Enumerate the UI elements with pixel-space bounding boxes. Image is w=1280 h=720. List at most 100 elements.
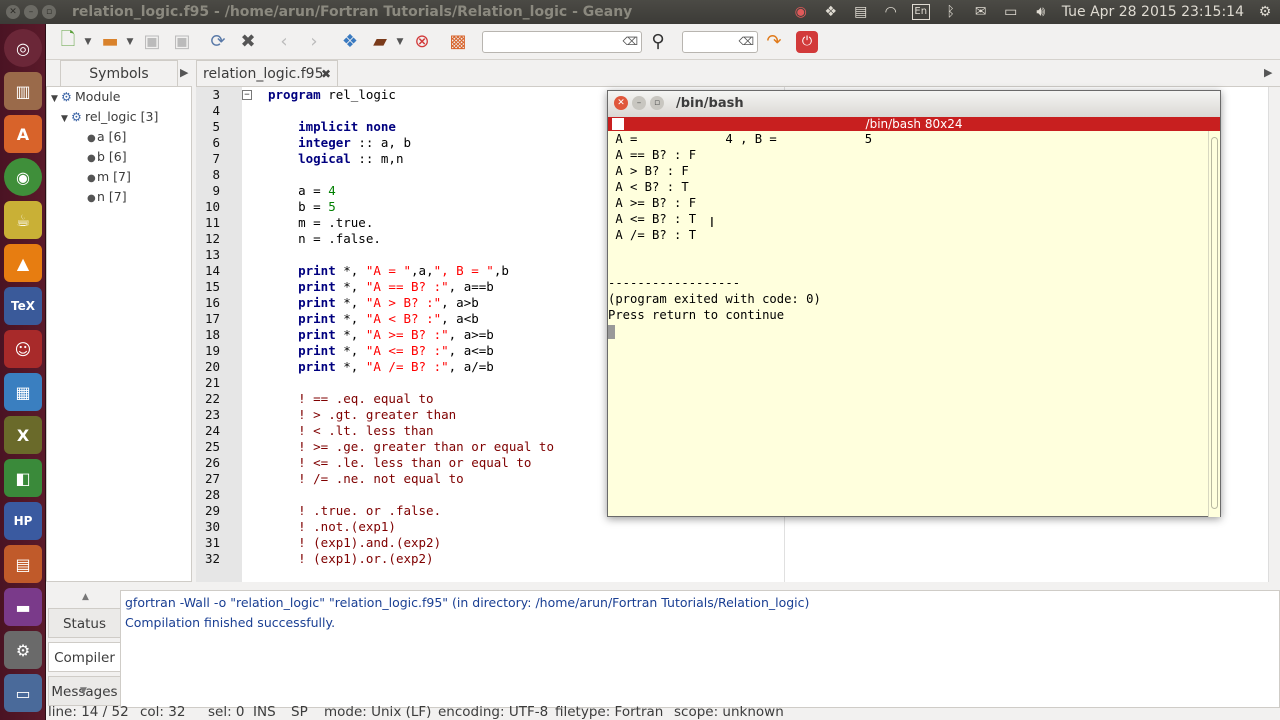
tree-item-variable[interactable]: ●a [6] [47, 127, 191, 147]
clear-icon[interactable]: ⌫ [622, 35, 638, 48]
expander-icon[interactable]: ▼ [61, 109, 71, 129]
tab-status[interactable]: Status [48, 608, 120, 638]
build-button[interactable]: ▰ [366, 28, 394, 56]
quit-button[interactable]: ⏻ [796, 30, 818, 53]
clock[interactable]: Tue Apr 28 2015 23:15:14 [1062, 4, 1244, 20]
volume-icon[interactable]: 🔊︎ [1032, 4, 1050, 20]
open-file-button[interactable]: ▬ [96, 28, 124, 56]
new-file-button[interactable]: 🗋 [54, 28, 82, 56]
tree-item-variable[interactable]: ●m [7] [47, 167, 191, 187]
xfig-icon[interactable]: X [4, 416, 42, 454]
mail-icon[interactable]: ✉ [972, 4, 990, 20]
terminal-cursor-line [608, 323, 1210, 339]
tab-compiler[interactable]: Compiler [48, 642, 120, 672]
chevron-down-icon[interactable]: ▼ [80, 686, 87, 696]
maximize-icon[interactable]: ▫ [650, 96, 664, 110]
status-sp: SP [291, 704, 308, 720]
sidebar: Symbols ▶ ▼ ⚙ Module ▼ ⚙ rel_logic [3] ●a [6… [46, 60, 192, 582]
variable-icon: ● [87, 133, 96, 144]
goto-line-input[interactable]: ⌫ [682, 30, 758, 53]
line-number: 24 [204, 423, 220, 438]
close-window-button[interactable]: ✕ [6, 5, 20, 19]
terminal-output[interactable]: A = 4 , B = 5 A == B? : F A > B? : F A <… [608, 131, 1210, 517]
compiler-output: gfortran -Wall -o "relation_logic" "rela… [120, 590, 1280, 708]
minimize-icon[interactable]: – [632, 96, 646, 110]
code-line: ! .not.(exp1) [298, 519, 396, 534]
geany-icon[interactable]: ☕ [4, 201, 42, 239]
terminal-title: /bin/bash [676, 96, 744, 111]
keyboard-layout-indicator[interactable]: En [911, 4, 930, 20]
compiler-line[interactable]: gfortran -Wall -o "relation_logic" "rela… [121, 593, 1279, 613]
gear-icon[interactable]: ⚙ [1256, 4, 1274, 20]
xterm-titlebar: /bin/bash 80x24 [608, 117, 1220, 131]
terminal-window[interactable]: ✕ – ▫ /bin/bash /bin/bash 80x24 A = 4 , … [607, 90, 1221, 517]
scrollbar-thumb[interactable] [1211, 137, 1218, 509]
hp-icon[interactable]: HP [4, 502, 42, 540]
clear-icon[interactable]: ⌫ [738, 35, 754, 48]
chevron-down-icon[interactable]: ▼ [394, 37, 406, 47]
terminal-window-controls: ✕ – ▫ [614, 96, 664, 110]
tree-item-program[interactable]: ▼ ⚙ rel_logic [3] [47, 107, 191, 127]
save-button[interactable]: ▣ [138, 28, 166, 56]
tab-relation-logic[interactable]: relation_logic.f95 ✖ [196, 60, 338, 86]
chevron-down-icon[interactable]: ▼ [124, 37, 136, 47]
editor-scrollbar[interactable] [1268, 87, 1280, 582]
variable-icon: ● [87, 173, 96, 184]
minimize-window-button[interactable]: – [24, 5, 38, 19]
color-chooser-button[interactable]: ▩ [444, 28, 472, 56]
app-purple-icon[interactable]: ▬ [4, 588, 42, 626]
expander-icon[interactable]: ▼ [51, 89, 61, 109]
save-all-button[interactable]: ▣ [168, 28, 196, 56]
vlc-icon[interactable]: ▲ [4, 244, 42, 282]
search-input[interactable]: ⌫ [482, 30, 642, 53]
tex-icon[interactable]: TeX [4, 287, 42, 325]
line-number: 28 [204, 487, 220, 502]
tree-item-variable[interactable]: ●b [6] [47, 147, 191, 167]
close-icon[interactable]: ✕ [614, 96, 628, 110]
chevron-up-icon[interactable]: ▲ [82, 592, 89, 602]
compiler-line[interactable]: Compilation finished successfully. [121, 613, 1279, 633]
calendar-icon[interactable]: ▤ [4, 545, 42, 583]
close-icon[interactable]: ✖ [321, 61, 331, 87]
terminal-scrollbar[interactable] [1208, 131, 1220, 517]
settings-icon[interactable]: ⚙ [4, 631, 42, 669]
workspaces-icon[interactable]: ▦ [4, 373, 42, 411]
goto-line-button[interactable]: ↷ [760, 28, 788, 56]
launcher: ◎ ▥ A ◉ ☕ ▲ TeX ☺ ▦ X ◧ HP ▤ ▬ ⚙ ▭ [0, 24, 46, 720]
files-icon[interactable]: ▥ [4, 72, 42, 110]
line-number: 21 [204, 375, 220, 390]
revert-button[interactable]: ⟳ [204, 28, 232, 56]
forward-button[interactable]: › [300, 28, 328, 56]
bluetooth-icon[interactable]: ᛒ [942, 4, 960, 20]
fold-margin[interactable] [242, 87, 256, 582]
cube-icon[interactable]: ◧ [4, 459, 42, 497]
status-filetype: filetype: Fortran [555, 704, 664, 720]
maximize-window-button[interactable]: ▫ [42, 5, 56, 19]
dropbox-icon[interactable]: ❖ [822, 4, 840, 20]
chevron-right-icon[interactable]: ▶ [1264, 66, 1272, 79]
chevron-down-icon[interactable]: ▼ [82, 37, 94, 47]
disks-icon[interactable]: ▭ [4, 674, 42, 712]
tree-item-variable[interactable]: ●n [7] [47, 187, 191, 207]
tree-item-module[interactable]: ▼ ⚙ Module [47, 87, 191, 107]
line-number: 7 [212, 151, 220, 166]
clipboard-icon[interactable]: ▤ [852, 4, 870, 20]
record-icon[interactable]: ◉ [792, 4, 810, 20]
chrome-icon[interactable]: ◉ [4, 158, 42, 196]
software-center-icon[interactable]: A [4, 115, 42, 153]
wifi-icon[interactable]: ◠ [882, 4, 900, 20]
close-file-button[interactable]: ✖ [234, 28, 262, 56]
terminal-titlebar[interactable]: ✕ – ▫ /bin/bash [608, 91, 1220, 117]
fold-marker-icon[interactable]: − [242, 90, 252, 100]
dash-icon[interactable]: ◎ [4, 29, 42, 67]
app-red-icon[interactable]: ☺ [4, 330, 42, 368]
chevron-right-icon[interactable]: ▶ [180, 66, 188, 79]
back-button[interactable]: ‹ [270, 28, 298, 56]
line-number: 16 [204, 295, 220, 310]
compile-button[interactable]: ❖ [336, 28, 364, 56]
stop-button[interactable]: ⊗ [408, 28, 436, 56]
battery-icon[interactable]: ▭ [1002, 4, 1020, 20]
symbols-tree: ▼ ⚙ Module ▼ ⚙ rel_logic [3] ●a [6] ●b [6] ●… [46, 86, 192, 582]
tab-symbols[interactable]: Symbols [60, 60, 178, 86]
search-icon[interactable]: ⚲ [644, 28, 672, 56]
